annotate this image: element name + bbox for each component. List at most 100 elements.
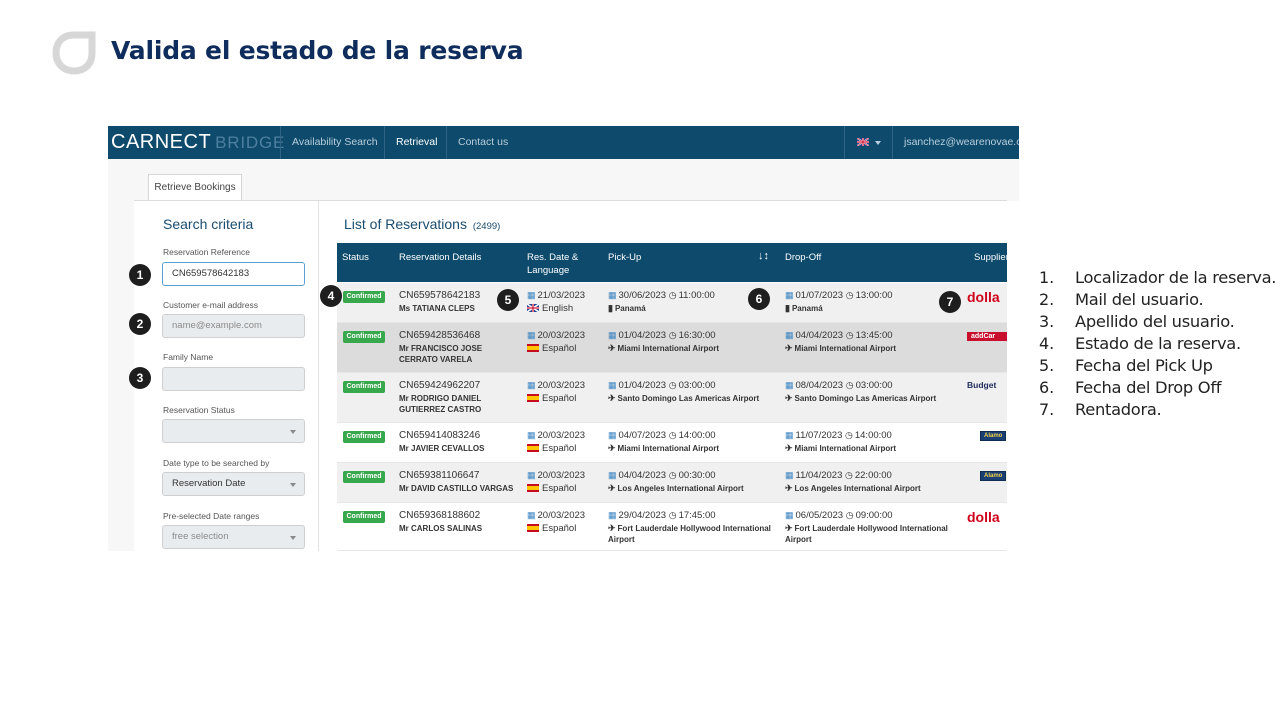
pickup-location-value: Fort Lauderdale Hollywood International … (608, 524, 771, 544)
dropoff-location: ✈ Los Angeles International Airport (785, 483, 957, 494)
brand-logo-icon (52, 31, 96, 75)
sort-desc-icon[interactable]: ↓↕ (758, 250, 769, 262)
column-supplier[interactable]: Supplier (974, 251, 1009, 264)
customer-email-input[interactable]: name@example.com (162, 314, 305, 338)
table-row[interactable]: Confirmed CN659381106647 Mr DAVID CASTILLO… (337, 463, 1007, 503)
calendar-icon: ▦ (527, 430, 536, 440)
column-status[interactable]: Status (342, 251, 369, 264)
table-row[interactable]: Confirmed CN659424962207 Mr RODRIGO DANIEL… (337, 373, 1007, 423)
chevron-down-icon (290, 483, 296, 487)
reservation-reference[interactable]: CN659414083246 (399, 430, 480, 441)
family-name-input[interactable] (162, 367, 305, 391)
clock-icon: ◷ (668, 330, 677, 340)
legend-number: 1. (1039, 268, 1055, 287)
family-name-label: Family Name (163, 352, 214, 362)
reservation-language: Español (527, 523, 576, 534)
calendar-icon: ▦ (527, 470, 536, 480)
legend-item: 7. Rentadora. (1039, 399, 1279, 421)
chevron-down-icon (875, 141, 881, 145)
legend-number: 4. (1039, 334, 1055, 353)
reservation-date: ▦ 20/03/2023 (527, 470, 585, 481)
reservation-reference[interactable]: CN659578642183 (399, 290, 480, 301)
dropoff-location-value: Panamá (791, 304, 823, 313)
column-drop-off[interactable]: Drop-Off (785, 251, 821, 264)
tab-retrieve-bookings[interactable]: Retrieve Bookings (148, 174, 242, 201)
pickup-time: 00:30:00 (678, 470, 716, 481)
supplier-logo: addCar (967, 332, 1007, 341)
legend-text: Rentadora. (1075, 400, 1162, 419)
calendar-icon: ▦ (785, 510, 794, 520)
clock-icon: ◷ (668, 430, 677, 440)
table-row[interactable]: Confirmed CN659578642183 Ms TATIANA CLEPS ▦… (337, 283, 1007, 323)
date-type-select[interactable]: Reservation Date (162, 472, 305, 496)
clock-icon: ◷ (845, 470, 853, 480)
pickup-date: 04/04/2023 (618, 470, 667, 481)
customer-name: Mr CARLOS SALINAS (399, 524, 483, 533)
marker-4: 4 (320, 285, 342, 307)
language-selector[interactable] (844, 126, 891, 159)
table-row[interactable]: Confirmed CN659368188602 Mr CARLOS SALINAS… (337, 503, 1007, 551)
dropoff-location-value: Fort Lauderdale Hollywood International … (785, 524, 948, 544)
pickup-location-value: Santo Domingo Las Americas Airport (617, 394, 760, 403)
clock-icon: ◷ (668, 290, 677, 300)
reservation-reference[interactable]: CN659368188602 (399, 510, 480, 521)
supplier-logo: Alamo (980, 471, 1007, 481)
customer-name: Mr FRANCISCO JOSE CERRATO VARELA (399, 344, 483, 364)
pickup-location-value: Miami International Airport (617, 444, 720, 453)
reservation-reference[interactable]: CN659381106647 (399, 470, 479, 481)
language-value: Español (542, 443, 577, 454)
date-ranges-label: Pre-selected Date ranges (163, 511, 260, 521)
reservation-reference-input[interactable]: CN659578642183 (162, 262, 305, 286)
nav-availability-search[interactable]: Availability Search (280, 126, 389, 159)
pickup-location: ✈ Miami International Airport (608, 343, 780, 354)
pickup-datetime: ▦ 29/04/2023 ◷ 17:45:00 (608, 510, 716, 521)
reservation-reference[interactable]: CN659424962207 (399, 380, 480, 391)
date-ranges-select[interactable]: free selection (162, 525, 305, 549)
pickup-time: 03:00:00 (678, 380, 716, 391)
user-menu[interactable]: jsanchez@wearenovae.com (892, 126, 1019, 159)
nav-contact-us[interactable]: Contact us (446, 126, 519, 159)
pickup-location-value: Panamá (614, 304, 646, 313)
supplier-logo: dolla (967, 509, 1000, 525)
legend-text: Localizador de la reserva. (1075, 268, 1277, 287)
reservation-date-value: 20/03/2023 (537, 510, 586, 521)
dropoff-time: 09:00:00 (855, 510, 893, 521)
language-value: Español (542, 343, 577, 354)
legend-text: Fecha del Drop Off (1075, 378, 1222, 397)
legend-item: 2. Mail del usuario. (1039, 289, 1279, 311)
customer-name: Mr RODRIGO DANIEL GUTIERREZ CASTRO (399, 394, 482, 414)
airplane-icon: ✈ (785, 393, 793, 403)
reservation-date-value: 20/03/2023 (537, 470, 586, 481)
date-ranges-value: free selection (172, 531, 229, 542)
nav-retrieval[interactable]: Retrieval (384, 126, 448, 159)
uk-flag-icon (527, 304, 539, 312)
table-row[interactable]: Confirmed CN659428536468 Mr FRANCISCO JOSE… (337, 323, 1007, 373)
dropoff-datetime: ▦ 01/07/2023 ◷ 13:00:00 (785, 290, 893, 301)
clock-icon: ◷ (845, 290, 854, 300)
pickup-date: 29/04/2023 (618, 510, 667, 521)
calendar-icon: ▦ (608, 510, 617, 520)
legend-item: 6. Fecha del Drop Off (1039, 377, 1279, 399)
app-logo[interactable]: CARNECT BRIDGE (111, 131, 285, 154)
building-icon: ▮ (608, 303, 613, 313)
pickup-datetime: ▦ 04/07/2023 ◷ 14:00:00 (608, 430, 716, 441)
page-content: Retrieve Bookings Search criteria Reserv… (108, 159, 1019, 551)
customer-name: Mr DAVID CASTILLO VARGAS (399, 484, 514, 493)
legend-number: 7. (1039, 400, 1055, 419)
table-row[interactable]: Confirmed CN659414083246 Mr JAVIER CEVALLO… (337, 423, 1007, 463)
column-pick-up[interactable]: Pick-Up (608, 251, 641, 264)
dropoff-location-value: Santo Domingo Las Americas Airport (794, 394, 937, 403)
reservation-reference[interactable]: CN659428536468 (399, 330, 480, 341)
dropoff-time: 14:00:00 (854, 430, 892, 441)
column-reservation-details[interactable]: Reservation Details (399, 251, 481, 264)
pickup-location: ✈ Miami International Airport (608, 443, 780, 454)
app-screenshot: CARNECT BRIDGE Availability Search Retrie… (108, 126, 1019, 551)
column-res-date-language[interactable]: Res. Date & Language (527, 251, 578, 277)
spain-flag-icon (527, 484, 539, 492)
column-res-date-line2: Language (527, 265, 570, 276)
calendar-icon: ▦ (785, 290, 794, 300)
reservation-status-select[interactable] (162, 419, 305, 443)
spain-flag-icon (527, 394, 539, 402)
language-value: Español (542, 523, 577, 534)
top-navbar: CARNECT BRIDGE Availability Search Retrie… (108, 126, 1019, 159)
